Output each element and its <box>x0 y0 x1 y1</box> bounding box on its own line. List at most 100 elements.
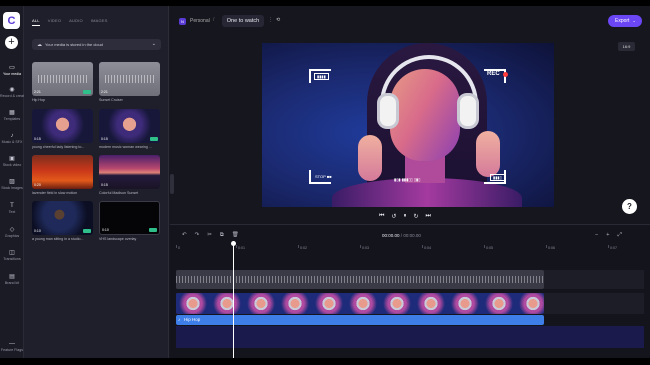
flag-icon: — <box>9 341 15 347</box>
time-ruler[interactable]: 0 0:01 0:02 0:03 0:04 0:05 0:06 0:07 <box>170 244 650 254</box>
ruler-tick: 0:03 <box>360 245 369 250</box>
ruler-tick: 0:01 <box>236 245 245 250</box>
audio-track-lane <box>176 326 644 348</box>
media-item-lavender-field[interactable]: 0:20 <box>32 155 93 189</box>
chevron-down-icon: ⌄ <box>151 41 156 47</box>
rail-stock-images[interactable]: ▨ Stock images <box>0 178 24 191</box>
delete-icon[interactable]: 🗑 <box>232 232 239 239</box>
media-tabs: ALL VIDEO AUDIO IMAGES <box>32 18 108 26</box>
added-badge <box>150 137 158 141</box>
skip-forward-icon[interactable]: ⏭ <box>425 213 430 220</box>
rail-stock-video[interactable]: ▣ Stock video <box>0 155 24 168</box>
templates-icon: ▦ <box>9 110 15 116</box>
tab-video[interactable]: VIDEO <box>48 18 61 26</box>
workspace-name[interactable]: Personal <box>190 18 210 24</box>
rail-feature-flags[interactable]: — Feature Flags <box>0 340 24 353</box>
media-caption: Hip Hop <box>32 98 45 102</box>
ruler-tick: 0:02 <box>298 245 307 250</box>
rail-brand-kit[interactable]: ▤ Brand kit <box>0 273 24 286</box>
clipchamp-logo[interactable]: C <box>3 12 20 29</box>
timecode-current: 00:00.00 <box>382 233 400 238</box>
cloud-storage-text: Your media is stored in the cloud <box>45 42 103 47</box>
rail-music-sfx[interactable]: ♪ Music & SFX <box>0 132 24 145</box>
media-item-modern-music-woman[interactable]: 0:15 <box>99 109 160 143</box>
ruler-tick: 0:07 <box>608 245 617 250</box>
export-button[interactable]: Export ⌄ <box>608 15 642 27</box>
media-item-hip-hop[interactable]: 2:21 <box>32 62 93 96</box>
project-title[interactable]: One to watch <box>222 15 264 27</box>
cloud-sync-icon[interactable]: ⟲ <box>276 17 280 23</box>
rec-dot-icon <box>503 72 508 77</box>
ruler-tick: 0:04 <box>422 245 431 250</box>
brand-kit-icon: ▤ <box>9 274 15 280</box>
audio-clip-label: Hip Hop <box>184 317 201 322</box>
audio-clip-hip-hop[interactable]: ♪ Hip Hop <box>176 315 544 325</box>
rec-label: REC <box>487 71 500 77</box>
rail-text[interactable]: T Text <box>0 202 24 215</box>
headphone-left <box>377 93 399 129</box>
media-item-cheerful-lady[interactable]: 0:15 <box>32 109 93 143</box>
timecode-total: 00:00.00 <box>403 233 421 238</box>
tab-audio[interactable]: AUDIO <box>69 18 83 26</box>
rail-record-create[interactable]: ◉ Record & create <box>0 86 26 99</box>
forward-5s-icon[interactable]: ↻ <box>413 213 418 220</box>
ruler-tick: 0:05 <box>484 245 493 250</box>
added-badge <box>83 229 91 233</box>
media-caption: a young man sitting in a studio... <box>32 237 84 241</box>
viewfinder-signal-tag: ▮▯▮ ▮▮▮▯▯ ▯▮▯ <box>394 177 421 182</box>
media-item-vhs-overlay[interactable]: 0:10 <box>99 201 160 235</box>
rail-templates[interactable]: ▦ Templates <box>0 109 24 122</box>
undo-icon[interactable]: ↶ <box>182 232 187 239</box>
redo-icon[interactable]: ↷ <box>195 232 200 239</box>
record-icon: ◉ <box>9 87 15 93</box>
workspace-avatar[interactable]: N <box>179 18 186 25</box>
media-caption: Colorful Madison Sunset <box>99 191 139 195</box>
tab-all[interactable]: ALL <box>32 18 40 26</box>
music-icon: ♪ <box>10 133 14 139</box>
music-note-icon: ♪ <box>178 317 181 322</box>
more-icon[interactable]: ⋮ <box>268 17 273 23</box>
playhead[interactable] <box>231 241 236 358</box>
added-badge <box>83 90 91 94</box>
zoom-in-icon[interactable]: + <box>606 232 609 239</box>
cloud-storage-dropdown[interactable]: ☁ Your media is stored in the cloud ⌄ <box>32 39 161 50</box>
rail-graphics[interactable]: ◇ Graphics <box>0 226 24 239</box>
film-icon: ▣ <box>9 156 15 162</box>
pause-icon[interactable]: ⏸ <box>403 213 406 220</box>
headphone-right <box>457 93 479 129</box>
media-caption: VHS landscape overlay <box>99 237 137 241</box>
video-clip[interactable] <box>176 293 544 314</box>
preview-hand-left <box>358 135 382 181</box>
help-button[interactable]: ? <box>622 199 637 214</box>
duplicate-icon[interactable]: ⧉ <box>220 232 224 239</box>
split-icon[interactable]: ✂ <box>207 232 212 239</box>
zoom-out-icon[interactable]: − <box>595 232 598 239</box>
chevron-down-icon: ⌄ <box>632 18 636 23</box>
fit-timeline-icon[interactable]: ⤢ <box>617 232 621 239</box>
preview-stage: 16:9 ▮▮▮▮ REC STOP ■■ ▮▯▮ ▮▮▮▯▯ ▯▮▯ ▮▮▮▯… <box>170 36 650 230</box>
ruler-tick: 0:06 <box>546 245 555 250</box>
tab-images[interactable]: IMAGES <box>91 18 108 26</box>
media-item-madison-sunset[interactable]: 0:15 <box>99 155 160 189</box>
media-caption: young cheerful lady listening to... <box>32 145 85 149</box>
timeline-toolbar: ↶ ↷ ✂ ⧉ 🗑 <box>182 232 239 239</box>
image-icon: ▨ <box>9 179 15 185</box>
skip-back-icon[interactable]: ⏮ <box>379 213 384 220</box>
left-rail: C + ▭ Your media ◉ Record & create ▦ Tem… <box>0 6 26 358</box>
added-badge <box>149 228 157 232</box>
media-item-sunset-cruiser[interactable]: 2:21 <box>99 62 160 96</box>
rewind-5s-icon[interactable]: ↺ <box>391 213 396 220</box>
transitions-icon: ◫ <box>9 250 15 256</box>
rail-your-media[interactable]: ▭ Your media <box>0 64 24 77</box>
rail-transitions[interactable]: ◫ Transitions <box>0 249 24 262</box>
video-preview[interactable]: ▮▮▮▮ REC STOP ■■ ▮▯▮ ▮▮▮▯▯ ▯▮▯ ▮▮▮▯ <box>262 43 554 207</box>
top-bar: N Personal / One to watch ⋮ ⟲ Export ⌄ <box>170 6 650 36</box>
aspect-ratio-button[interactable]: 16:9 <box>618 42 635 51</box>
media-caption: lavender field in slow motion <box>32 191 78 195</box>
cloud-icon: ☁ <box>37 41 42 48</box>
media-panel: ALL VIDEO AUDIO IMAGES ☁ Your media is s… <box>24 6 169 358</box>
add-media-button[interactable]: + <box>5 36 18 49</box>
media-item-young-man-studio[interactable]: 0:10 <box>32 201 93 235</box>
viewfinder-stop-tag: STOP ■■ <box>315 174 332 179</box>
overlay-clip[interactable] <box>176 270 544 289</box>
